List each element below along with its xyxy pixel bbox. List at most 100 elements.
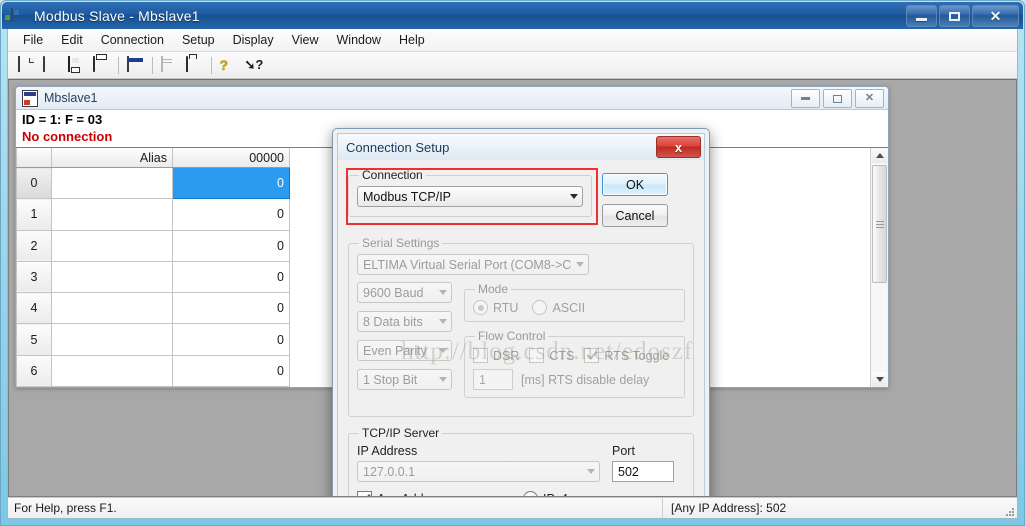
maximize-icon [833, 94, 842, 103]
row-alias[interactable] [51, 198, 173, 231]
scroll-down-button[interactable] [872, 372, 887, 387]
row-alias[interactable] [51, 260, 173, 294]
cts-checkbox[interactable]: CTS [529, 348, 574, 363]
mdi-minimize-button[interactable] [791, 89, 820, 108]
row-alias[interactable] [51, 166, 173, 200]
baud-rate-value: 9600 Baud [363, 285, 424, 300]
row-alias[interactable] [51, 229, 173, 262]
row-alias[interactable] [51, 354, 173, 387]
connection-group: Connection Modbus TCP/IP [348, 168, 592, 217]
row-index: 0 [16, 166, 52, 200]
connection-group-label: Connection [362, 168, 423, 182]
table-row[interactable]: 3 0 [16, 260, 290, 294]
mode-rtu-radio[interactable]: RTU [473, 300, 518, 315]
row-index: 2 [16, 229, 52, 262]
menu-edit[interactable]: Edit [52, 30, 92, 50]
chevron-down-icon [582, 462, 599, 481]
slave-id-line: ID = 1: F = 03 [22, 112, 103, 127]
mdi-child-title: Mbslave1 [44, 91, 98, 105]
cancel-button[interactable]: Cancel [602, 204, 668, 227]
new-button[interactable] [14, 54, 38, 76]
menu-view[interactable]: View [283, 30, 328, 50]
connection-type-value: Modbus TCP/IP [363, 189, 452, 204]
menu-display[interactable]: Display [224, 30, 283, 50]
row-value[interactable]: 0 [172, 323, 290, 356]
scrollbar-track[interactable] [872, 163, 887, 372]
ok-button[interactable]: OK [602, 173, 668, 196]
minimize-button[interactable] [906, 5, 937, 27]
ip-address-select[interactable]: 127.0.0.1 [357, 461, 600, 482]
client-area: File Edit Connection Setup Display View … [7, 29, 1018, 519]
table-row[interactable]: 1 0 [16, 198, 290, 231]
scrollbar-thumb[interactable] [872, 165, 887, 283]
table-row[interactable]: 6 0 [16, 354, 290, 387]
scroll-up-button[interactable] [872, 148, 887, 163]
rts-delay-value: 1 [479, 372, 486, 387]
context-help-button[interactable]: ➘? [241, 54, 265, 76]
serial-settings-group: Serial Settings ELTIMA Virtual Serial Po… [348, 236, 694, 417]
rts-delay-input[interactable]: 1 [473, 369, 513, 390]
register-grid[interactable]: Alias 00000 0 0 1 0 2 0 3 0 4 0 5 0 6 0 [16, 148, 290, 387]
restore-icon [949, 11, 960, 21]
mdi-close-button[interactable]: ✕ [855, 89, 884, 108]
scrollbar-grip [875, 219, 884, 230]
parity-select[interactable]: Even Parity [357, 340, 452, 361]
dsr-label: DSR [493, 348, 520, 363]
connect-button[interactable] [182, 54, 206, 76]
mdi-maximize-button[interactable] [823, 89, 852, 108]
definition-button[interactable] [157, 54, 181, 76]
row-value[interactable]: 0 [172, 260, 290, 294]
menu-setup[interactable]: Setup [173, 30, 224, 50]
menu-window[interactable]: Window [328, 30, 390, 50]
row-value[interactable]: 0 [172, 354, 290, 387]
table-row[interactable]: 2 0 [16, 229, 290, 262]
table-row[interactable]: 0 0 [16, 166, 290, 200]
table-row[interactable]: 5 0 [16, 323, 290, 356]
chevron-down-icon [571, 255, 588, 274]
dsr-checkbox[interactable]: DSR [473, 348, 519, 363]
row-alias[interactable] [51, 292, 173, 325]
radio-icon [473, 300, 488, 315]
connection-type-select[interactable]: Modbus TCP/IP [357, 186, 583, 207]
stop-bits-select[interactable]: 1 Stop Bit [357, 369, 452, 390]
row-value[interactable]: 0 [172, 166, 290, 200]
chevron-down-icon [875, 377, 884, 382]
row-alias[interactable] [51, 323, 173, 356]
save-button[interactable] [64, 54, 88, 76]
table-row[interactable]: 4 0 [16, 292, 290, 325]
toolbar: ? ➘? [8, 52, 1017, 79]
row-value[interactable]: 0 [172, 292, 290, 325]
data-bits-value: 8 Data bits [363, 314, 423, 329]
toolbar-separator [211, 56, 212, 74]
close-icon: x [674, 139, 683, 155]
toolbar-separator [152, 56, 153, 74]
help-button[interactable]: ? [216, 54, 240, 76]
port-input[interactable]: 502 [612, 461, 674, 482]
restore-button[interactable] [939, 5, 970, 27]
dialog-close-button[interactable]: x [656, 136, 701, 158]
row-index: 4 [16, 292, 52, 325]
menu-help[interactable]: Help [390, 30, 434, 50]
open-button[interactable] [39, 54, 63, 76]
menu-connection[interactable]: Connection [92, 30, 173, 50]
row-value[interactable]: 0 [172, 229, 290, 262]
print-button[interactable] [89, 54, 113, 76]
close-button[interactable]: ✕ [972, 5, 1019, 27]
vertical-scrollbar[interactable] [870, 148, 888, 387]
row-value[interactable]: 0 [172, 198, 290, 231]
serial-port-select[interactable]: ELTIMA Virtual Serial Port (COM8->COM7) [357, 254, 589, 275]
print-preview-button[interactable] [123, 54, 147, 76]
data-bits-select[interactable]: 8 Data bits [357, 311, 452, 332]
app-icon [11, 6, 27, 24]
context-help-icon: ➘? [244, 56, 264, 72]
rts-delay-label: [ms] RTS disable delay [521, 372, 650, 387]
new-icon [17, 55, 20, 72]
connect-icon [185, 55, 188, 72]
resize-grip-icon[interactable] [1001, 497, 1017, 519]
menu-file[interactable]: File [14, 30, 52, 50]
baud-rate-select[interactable]: 9600 Baud [357, 282, 452, 303]
rts-toggle-checkbox[interactable]: RTS Toggle [584, 348, 669, 363]
mode-ascii-radio[interactable]: ASCII [532, 300, 585, 315]
chevron-up-icon [875, 153, 884, 158]
chevron-down-icon [434, 370, 451, 389]
